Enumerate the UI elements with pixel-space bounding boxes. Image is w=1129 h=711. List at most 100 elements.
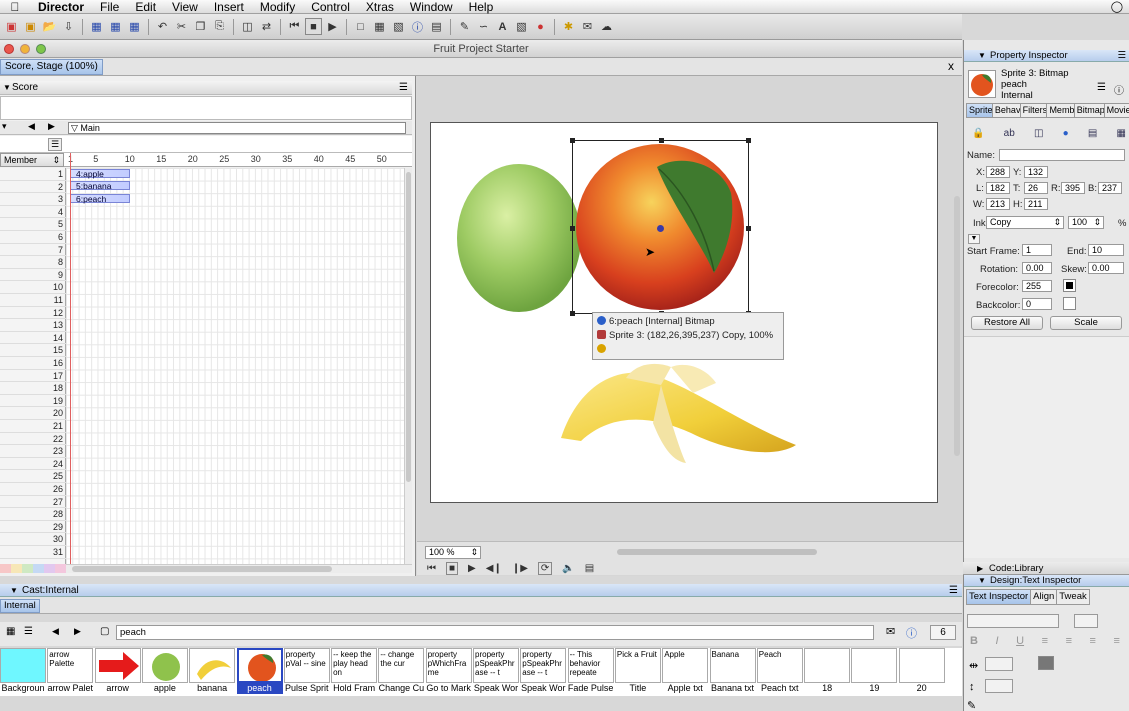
cast-member[interactable]: property pVal -- sine Pulse Sprit — [283, 648, 330, 694]
script-icon[interactable]: ▧ — [513, 18, 530, 35]
restore-all-button[interactable]: Restore All — [971, 316, 1043, 330]
message-icon[interactable]: ✉ — [579, 18, 596, 35]
score-window-icon[interactable]: ▦ — [371, 18, 388, 35]
font-size-field[interactable] — [1074, 614, 1098, 628]
channel-number[interactable]: 17 — [0, 370, 66, 383]
cast-window-icon[interactable]: ▧ — [390, 18, 407, 35]
cast-member-name-field[interactable]: peach — [116, 625, 874, 640]
scale-button[interactable]: Scale — [1050, 316, 1122, 330]
volume-icon[interactable]: 🔈 — [562, 563, 574, 574]
y-field[interactable]: 132 — [1024, 166, 1048, 178]
menu-xtras[interactable]: Xtras — [358, 0, 402, 14]
effects-channel[interactable]: ☰ — [0, 136, 412, 153]
align-right-icon[interactable]: ≡ — [1090, 635, 1096, 647]
score-script-channel[interactable] — [0, 96, 412, 120]
tab-filters[interactable]: Filters — [1019, 103, 1048, 118]
tab-tweak[interactable]: Tweak — [1056, 589, 1090, 605]
step-forward-icon[interactable]: ❙▶ — [512, 563, 528, 574]
channel-number[interactable]: 16 — [0, 357, 66, 370]
ti-disclosure-icon[interactable]: ▼ — [978, 575, 986, 587]
cast-member[interactable]: property pWhichFra me Go to Mark — [425, 648, 472, 694]
cut-icon[interactable]: ✂ — [173, 18, 190, 35]
cast-member[interactable]: arrow Palette arrow Palet — [47, 648, 94, 694]
behavior-icon[interactable]: ✱ — [560, 18, 577, 35]
channel-number[interactable]: 4 — [0, 206, 66, 219]
step-back-icon[interactable]: ◀❙ — [486, 563, 502, 574]
text-color-chip[interactable] — [1038, 656, 1054, 670]
stage-horizontal-scrollbar[interactable] — [617, 549, 817, 555]
sprite-span-peach[interactable]: 6:peach — [70, 193, 130, 203]
cast-member[interactable]: Backgroun — [0, 648, 46, 694]
menu-help[interactable]: Help — [461, 0, 502, 14]
channel-number[interactable]: 19 — [0, 395, 66, 408]
tab-bitmap[interactable]: Bitmap — [1073, 103, 1105, 118]
tweak-icon[interactable]: ▦ — [1117, 128, 1126, 142]
cast-member[interactable]: -- change the cur Change Cu — [378, 648, 425, 694]
cast-member[interactable]: 18 — [804, 648, 851, 694]
channel-number[interactable]: 9 — [0, 269, 66, 282]
cast-member[interactable]: Peach Peach txt — [756, 648, 803, 694]
list-view-icon[interactable]: ☰ — [1097, 82, 1106, 93]
cast-member[interactable]: property pSpeakPhr ase -- t Speak Wor — [520, 648, 567, 694]
channel-number[interactable]: 30 — [0, 533, 66, 546]
tab-movie[interactable]: Movie — [1103, 103, 1129, 118]
pi-disclosure-icon[interactable]: ▼ — [978, 50, 986, 62]
kerning-field[interactable] — [985, 657, 1013, 671]
vector-icon[interactable]: ∽ — [475, 18, 492, 35]
cast-member[interactable]: 19 — [851, 648, 898, 694]
score-cells[interactable] — [66, 168, 404, 566]
help-icon[interactable]: ⓘ — [1114, 82, 1124, 97]
forecolor-chip[interactable] — [1063, 279, 1076, 292]
channel-number[interactable]: 21 — [0, 420, 66, 433]
list-view-icon-cast[interactable]: ☰ — [24, 626, 33, 637]
channel-number[interactable]: 5 — [0, 218, 66, 231]
cast-header[interactable]: ▼ Cast:Internal ☰ — [0, 584, 962, 597]
sprite-channel-grid[interactable]: 1 2 3 4 5 6 7 8 9 10 11 12 13 14 15 16 17 18 19 20 21 22 23 24 2… — [0, 168, 404, 566]
stop-icon[interactable]: ■ — [305, 18, 322, 35]
code-library-disclosure-icon[interactable]: ▶ — [977, 562, 983, 575]
w-field[interactable]: 213 — [986, 198, 1010, 210]
marker-main[interactable]: ▽ Main — [68, 122, 406, 134]
member-info-icon[interactable] — [597, 316, 606, 325]
cast-member[interactable]: Pick a Fruit Title — [614, 648, 661, 694]
color-chips[interactable] — [0, 564, 66, 573]
channel-number[interactable]: 13 — [0, 319, 66, 332]
import-icon[interactable]: ⇩ — [60, 18, 77, 35]
channel-number[interactable]: 29 — [0, 521, 66, 534]
paint-icon[interactable]: ✎ — [456, 18, 473, 35]
editable-icon[interactable]: ab — [1004, 128, 1015, 142]
previous-member-icon[interactable]: ◀ — [52, 626, 59, 637]
tab-sprite[interactable]: Sprite — [966, 103, 993, 118]
paste-icon[interactable]: ⎘ — [211, 18, 228, 35]
pencil-icon[interactable]: ✎ — [967, 699, 976, 711]
play-icon[interactable]: ▶ — [324, 18, 341, 35]
l-field[interactable]: 182 — [986, 182, 1010, 194]
menu-insert[interactable]: Insert — [206, 0, 252, 14]
channel-number[interactable]: 15 — [0, 344, 66, 357]
blend-field[interactable]: 100 ⇕ — [1068, 216, 1104, 229]
rewind-icon[interactable]: ⏮ — [286, 18, 303, 35]
stage-rewind-icon[interactable]: ⏮ — [427, 563, 436, 574]
channel-number[interactable]: 24 — [0, 458, 66, 471]
channel-number[interactable]: 28 — [0, 508, 66, 521]
zoom-select[interactable]: 100 % ⇕ — [425, 546, 481, 559]
stage-stop-icon[interactable]: ■ — [446, 561, 459, 575]
cast-member[interactable]: property pSpeakPhr ase -- t Speak Wor — [473, 648, 519, 694]
channel-number[interactable]: 7 — [0, 244, 66, 257]
zoom-window-icon[interactable] — [36, 44, 46, 54]
dvd-icon[interactable]: ▤ — [585, 563, 594, 574]
forecolor-field[interactable]: 255 — [1022, 280, 1052, 292]
score-horizontal-scrollbar[interactable] — [66, 564, 412, 573]
ink-select[interactable]: Copy ⇕ — [986, 216, 1064, 229]
text-inspector-header[interactable]: ▼ Design:Text Inspector — [964, 575, 1129, 587]
cast-member[interactable]: arrow — [94, 648, 141, 694]
backcolor-field[interactable]: 0 — [1022, 298, 1052, 310]
cast-member-info-icon[interactable]: ⓘ — [906, 625, 917, 641]
save-icon[interactable]: ▦ — [88, 18, 105, 35]
r-field[interactable]: 395 — [1061, 182, 1085, 194]
library-icon[interactable]: ▤ — [428, 18, 445, 35]
channel-number[interactable]: 2 — [0, 181, 66, 194]
cast-member[interactable]: -- keep the play head on Hold Fram — [331, 648, 378, 694]
cast-menu-icon[interactable]: ☰ — [949, 584, 958, 597]
stage-play-icon[interactable]: ▶ — [468, 563, 476, 574]
